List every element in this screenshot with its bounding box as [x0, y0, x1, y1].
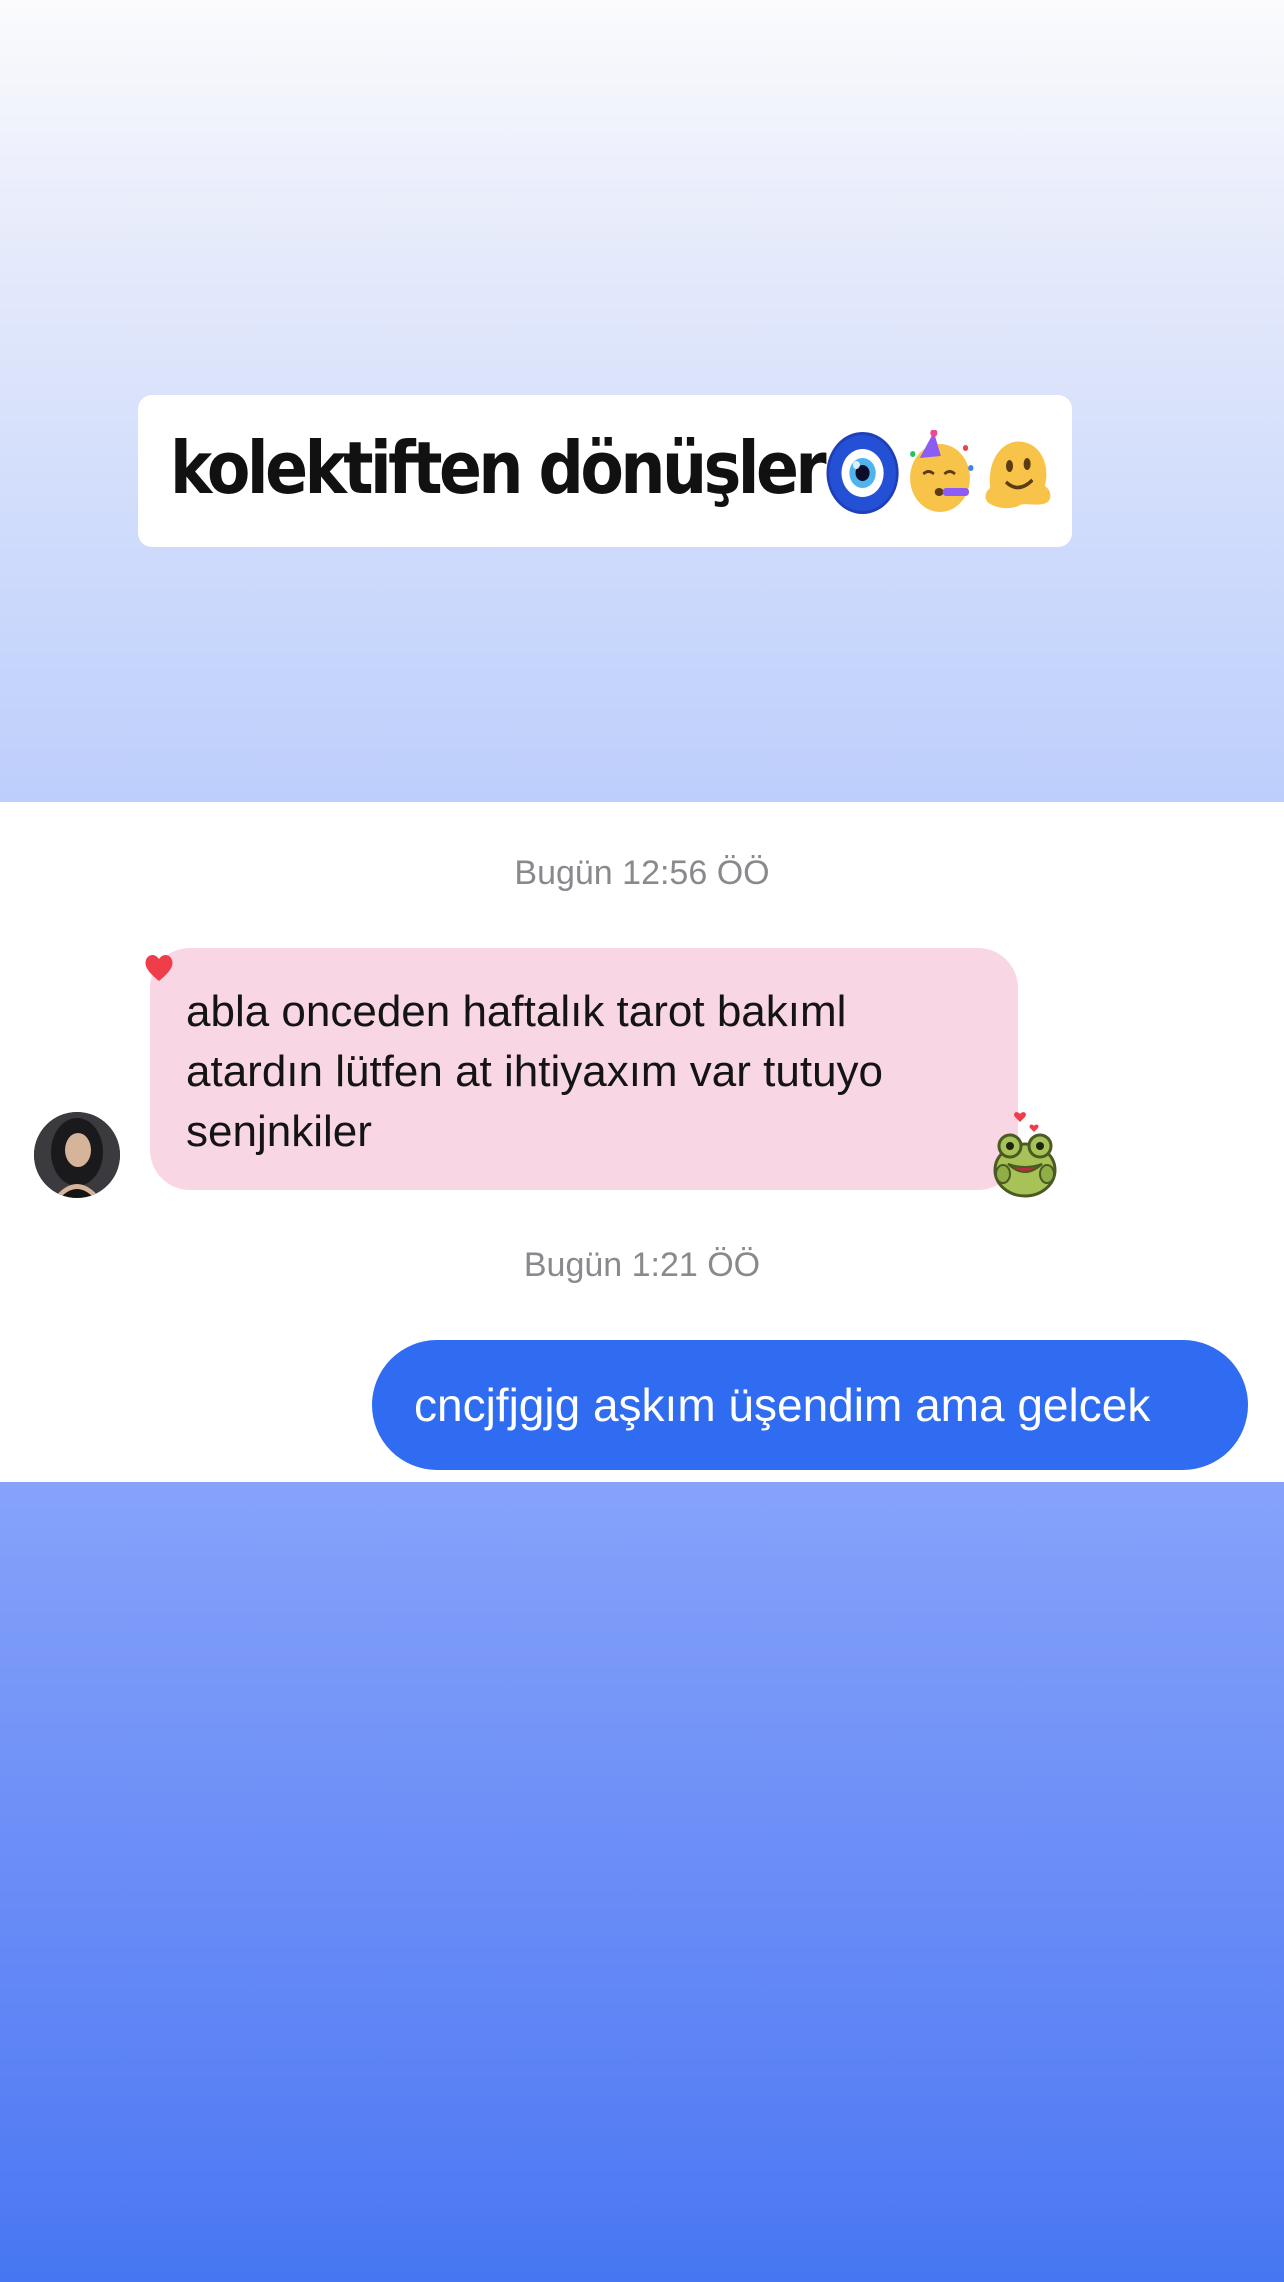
chat-thread: Bugün 12:56 ÖÖ abla onceden haftalık tar… [0, 802, 1284, 1482]
timestamp: Bugün 12:56 ÖÖ [514, 854, 770, 892]
sent-message-text: cncjfjgjg aşkım üşendim ama gelcek [414, 1379, 1151, 1431]
sent-message-bubble[interactable]: cncjfjgjg aşkım üşendim ama gelcek [372, 1340, 1248, 1470]
heart-icon[interactable] [142, 950, 176, 984]
timestamp: Bugün 1:21 ÖÖ [523, 1246, 761, 1284]
received-message-text: abla onceden haftalık tarot bakıml atard… [186, 987, 884, 1156]
frog-sticker-icon[interactable] [990, 1104, 1060, 1198]
avatar[interactable] [34, 1112, 120, 1198]
nazar-amulet-icon [826, 432, 899, 515]
story-caption: kolektiften dönüşler [170, 426, 1055, 516]
melting-face-icon [985, 441, 1051, 509]
caption-text: kolektiften dönüşler [170, 425, 827, 510]
avatar-image [34, 1112, 120, 1198]
story-caption-box: kolektiften dönüşler [138, 395, 1072, 547]
story-bottom-background [0, 1482, 1284, 2282]
received-message-bubble[interactable]: abla onceden haftalık tarot bakıml atard… [150, 948, 1018, 1190]
partying-face-icon [910, 430, 974, 513]
